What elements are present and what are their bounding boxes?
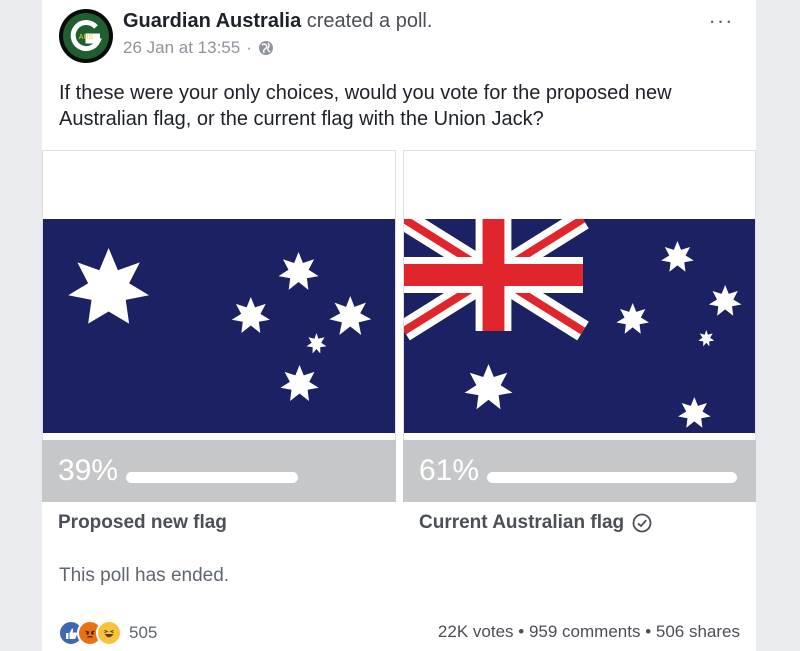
- post-stats: 22K votes • 959 comments • 506 shares: [438, 622, 740, 642]
- poll-result-proposed: 39%: [42, 440, 396, 502]
- proposed-flag-image: [43, 219, 395, 433]
- poll-post-card: AUS Guardian Australia created a poll. 2…: [42, 0, 756, 651]
- post-header: Guardian Australia created a poll.: [123, 10, 432, 33]
- shares-link[interactable]: 506 shares: [656, 622, 740, 641]
- post-action-text: created a poll.: [306, 10, 433, 32]
- post-meta: 26 Jan at 13:55 ·: [123, 38, 274, 58]
- check-circle-icon: [632, 513, 652, 533]
- option-label-current-text: Current Australian flag: [419, 512, 625, 533]
- globe-icon: [258, 41, 273, 55]
- option-label-proposed-text: Proposed new flag: [58, 512, 227, 533]
- reaction-count: 505: [129, 623, 158, 642]
- post-text: If these were your only choices, would y…: [59, 82, 672, 130]
- stats-separator: •: [645, 622, 652, 641]
- post-timestamp[interactable]: 26 Jan at 13:55: [123, 38, 240, 58]
- page-avatar[interactable]: AUS: [58, 8, 114, 64]
- option-label-current[interactable]: Current Australian flag: [419, 512, 652, 534]
- current-flag-image: [404, 219, 755, 433]
- reactions-summary[interactable]: 505: [58, 620, 157, 646]
- comments-link[interactable]: 959 comments: [529, 622, 641, 641]
- haha-icon: [96, 620, 122, 646]
- votes-link[interactable]: 22K votes: [438, 622, 514, 641]
- stats-separator: •: [518, 622, 525, 641]
- poll-status: This poll has ended.: [59, 565, 230, 586]
- meta-separator: ·: [246, 38, 252, 57]
- percent-bar-current: [487, 472, 737, 483]
- percent-bar-proposed: [126, 472, 298, 483]
- poll-result-current: 61%: [403, 440, 756, 502]
- page-name-link[interactable]: Guardian Australia: [123, 10, 301, 32]
- option-label-proposed[interactable]: Proposed new flag: [58, 512, 227, 534]
- percent-label-current: 61%: [419, 454, 480, 487]
- more-options-icon[interactable]: ···: [706, 8, 736, 33]
- percent-label-proposed: 39%: [58, 454, 119, 487]
- avatar-badge-text: AUS: [79, 34, 94, 41]
